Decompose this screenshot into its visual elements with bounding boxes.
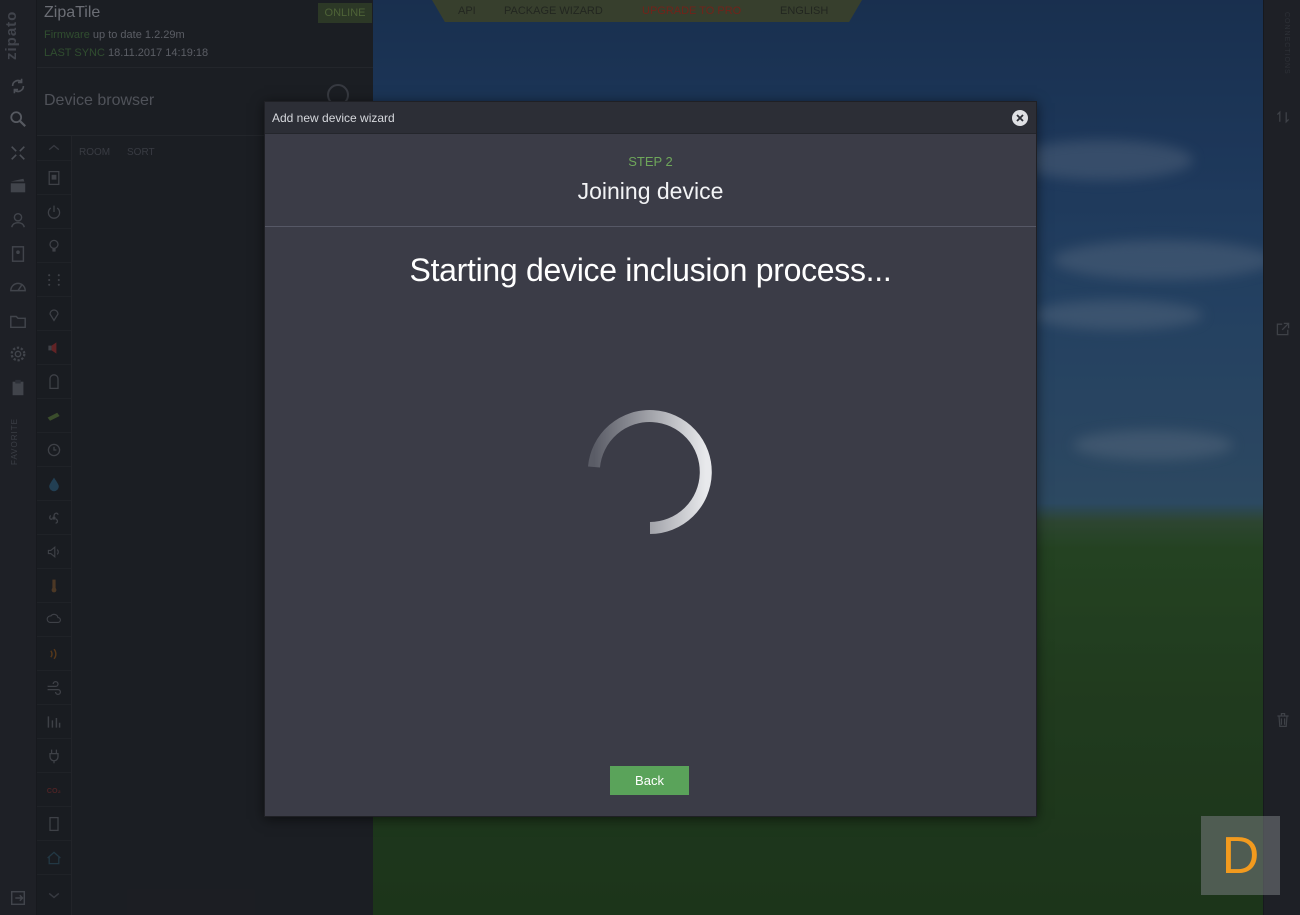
close-icon[interactable]: [1012, 110, 1028, 126]
d-logo-badge[interactable]: D: [1201, 816, 1280, 895]
add-device-wizard-modal: Add new device wizard STEP 2 Joining dev…: [264, 101, 1037, 817]
step-title: Joining device: [577, 178, 724, 204]
status-message: Starting device inclusion process...: [409, 252, 892, 288]
modal-titlebar: Add new device wizard: [265, 102, 1036, 134]
loading-spinner-icon: [588, 410, 712, 534]
divider: [265, 226, 1036, 227]
modal-title: Add new device wizard: [272, 111, 395, 125]
step-label: STEP 2: [628, 154, 673, 169]
back-button[interactable]: Back: [610, 766, 689, 795]
d-logo-letter: D: [1221, 826, 1260, 885]
